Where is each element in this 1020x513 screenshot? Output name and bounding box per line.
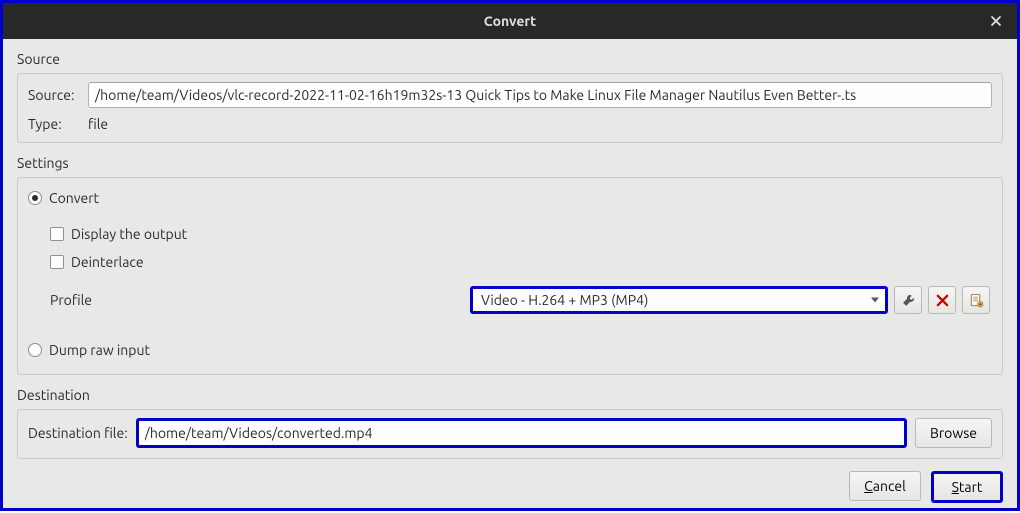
convert-radio[interactable] <box>28 191 42 205</box>
delete-profile-button[interactable] <box>928 286 956 314</box>
source-path-input[interactable] <box>88 82 992 108</box>
edit-profile-button[interactable] <box>894 286 922 314</box>
dialog-footer: Cancel Start <box>17 471 1003 503</box>
display-output-checkbox[interactable] <box>50 227 64 241</box>
profile-selected-value: Video - H.264 + MP3 (MP4) <box>481 292 648 308</box>
dialog-content: Source Source: Type: file Settings Conve… <box>3 39 1017 513</box>
destination-file-label: Destination file: <box>28 425 128 441</box>
close-icon <box>990 15 1002 27</box>
profile-select[interactable]: Video - H.264 + MP3 (MP4) <box>470 286 888 314</box>
wrench-icon <box>901 293 916 308</box>
convert-radio-label: Convert <box>49 190 99 206</box>
destination-heading: Destination <box>17 387 1003 403</box>
source-type-label: Type: <box>28 116 88 132</box>
convert-dialog: Convert Source Source: Type: file Settin… <box>0 0 1020 511</box>
profile-label: Profile <box>50 292 470 308</box>
close-button[interactable] <box>983 8 1009 34</box>
source-type-value: file <box>88 116 108 132</box>
new-profile-button[interactable] <box>962 286 990 314</box>
delete-icon <box>935 293 950 308</box>
cancel-button[interactable]: Cancel <box>849 471 921 501</box>
window-title: Convert <box>484 13 536 29</box>
titlebar: Convert <box>3 3 1017 39</box>
dump-raw-label: Dump raw input <box>49 342 150 358</box>
deinterlace-checkbox[interactable] <box>50 255 64 269</box>
chevron-down-icon <box>871 298 879 303</box>
destination-panel: Destination file: Browse <box>17 409 1003 459</box>
settings-heading: Settings <box>17 155 1003 171</box>
source-heading: Source <box>17 51 1003 67</box>
display-output-label: Display the output <box>71 226 187 242</box>
new-profile-icon <box>969 293 984 308</box>
browse-button[interactable]: Browse <box>915 418 992 448</box>
source-path-label: Source: <box>28 87 88 103</box>
settings-panel: Convert Display the output Deinterlace P… <box>17 177 1003 375</box>
dump-raw-radio[interactable] <box>28 343 42 357</box>
deinterlace-label: Deinterlace <box>71 254 144 270</box>
start-button[interactable]: Start <box>931 471 1003 503</box>
destination-file-input[interactable] <box>136 418 907 448</box>
source-panel: Source: Type: file <box>17 73 1003 143</box>
